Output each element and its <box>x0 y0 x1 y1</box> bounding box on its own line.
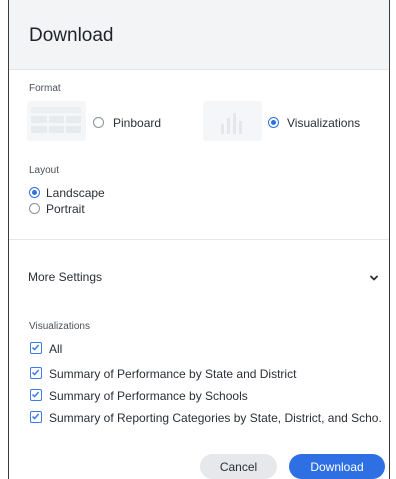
layout-label: Layout <box>29 165 60 176</box>
cancel-button[interactable]: Cancel <box>200 454 277 479</box>
visualization-checkbox[interactable] <box>30 389 42 401</box>
portrait-option-label[interactable]: Portrait <box>46 202 85 216</box>
visualization-item-label[interactable]: Summary of Performance by Schools <box>49 389 248 403</box>
download-dialog: Download Format Pinboard Visualizations … <box>0 0 396 479</box>
pinboard-option-label[interactable]: Pinboard <box>113 116 161 130</box>
all-checkbox-label[interactable]: All <box>49 342 62 356</box>
chevron-down-icon[interactable] <box>369 270 379 281</box>
visualization-item-label[interactable]: Summary of Reporting Categories by State… <box>49 411 383 425</box>
download-button[interactable]: Download <box>289 454 385 479</box>
all-checkbox[interactable] <box>30 342 42 354</box>
visualizations-section-label: Visualizations <box>29 321 90 332</box>
visualization-checkbox[interactable] <box>30 367 42 379</box>
dialog-title: Download <box>29 25 114 46</box>
section-divider <box>9 239 389 240</box>
visualization-checkbox[interactable] <box>30 411 42 423</box>
pinboard-radio[interactable] <box>93 117 104 128</box>
visualizations-option-label[interactable]: Visualizations <box>287 116 360 130</box>
more-settings-label[interactable]: More Settings <box>28 270 102 284</box>
format-label: Format <box>29 83 61 94</box>
landscape-radio[interactable] <box>29 187 40 198</box>
dialog-header: Download <box>9 0 389 70</box>
visualizations-thumbnail-icon[interactable] <box>203 101 262 141</box>
landscape-option-label[interactable]: Landscape <box>46 186 105 200</box>
visualization-item-label[interactable]: Summary of Performance by State and Dist… <box>49 367 296 381</box>
dialog-right-border <box>389 0 390 479</box>
visualizations-radio[interactable] <box>268 117 279 128</box>
pinboard-thumbnail-icon[interactable] <box>27 101 86 141</box>
portrait-radio[interactable] <box>29 203 40 214</box>
